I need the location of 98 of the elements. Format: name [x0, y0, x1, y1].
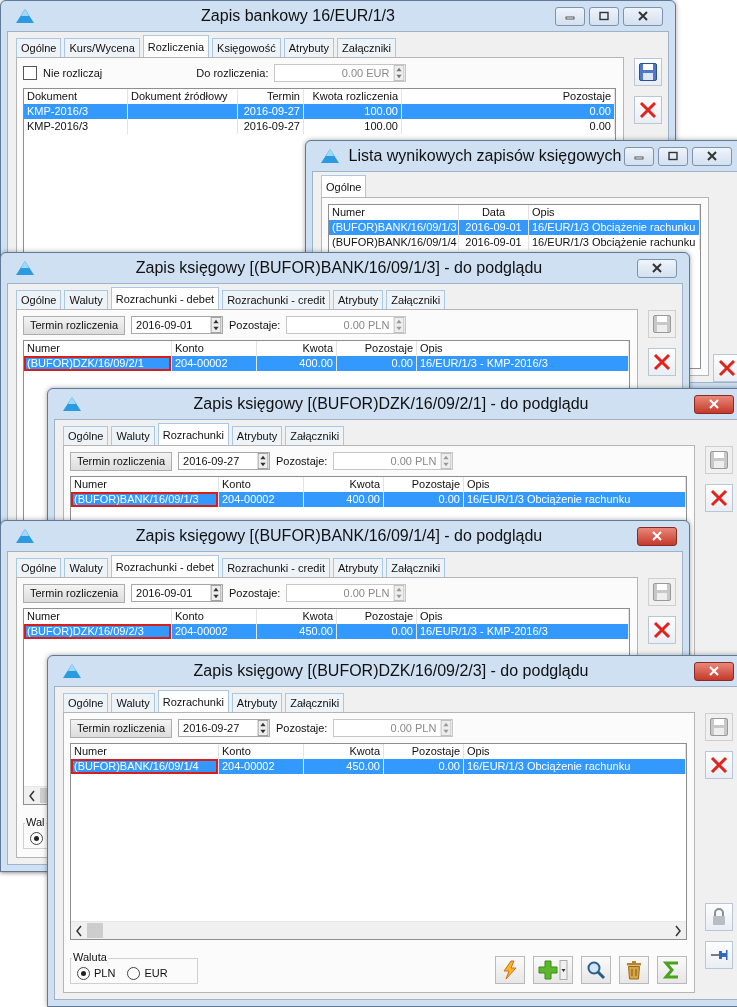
- table-cell: 2016-09-27: [238, 104, 304, 119]
- field-label: Pozostaje:: [276, 722, 328, 734]
- table-cell: 0.00: [384, 759, 464, 774]
- checkbox-label: Nie rozliczaj: [43, 67, 103, 79]
- column-header: Numer: [24, 609, 172, 624]
- table-cell: 204-00002: [172, 624, 257, 639]
- table-cell: 204-00002: [219, 759, 304, 774]
- table-cell: 16/EUR/1/3 - KMP-2016/3: [417, 356, 629, 371]
- tab[interactable]: Rozrachunki - credit: [222, 290, 330, 309]
- table-cell: 2016-09-01: [459, 220, 529, 235]
- tab[interactable]: Atrybuty: [231, 426, 283, 445]
- table-cell: 0.00: [384, 492, 464, 507]
- group-legend: Waluta: [72, 951, 108, 963]
- table-cell: 100.00: [304, 119, 402, 134]
- table-cell: 450.00: [304, 759, 384, 774]
- date-field[interactable]: 2016-09-27: [178, 452, 271, 470]
- tab[interactable]: Waluty: [111, 426, 155, 445]
- table-cell: (BUFOR)DZK/16/09/2/3: [24, 624, 172, 639]
- table-cell: 16/EUR/1/3 Obciążenie rachunku: [529, 220, 700, 235]
- tab[interactable]: Ogólne: [63, 693, 109, 712]
- tab[interactable]: Atrybuty: [283, 38, 335, 57]
- amount-field[interactable]: 0.00 PLN: [286, 316, 407, 334]
- tab[interactable]: Rozrachunki - debet: [110, 287, 220, 309]
- due-date-button[interactable]: Termin rozliczenia: [23, 315, 126, 335]
- tab[interactable]: Księgowość: [212, 38, 281, 57]
- table-cell: 16/EUR/1/3 Obciążenie rachunku: [464, 492, 686, 507]
- tab[interactable]: Załączniki: [285, 693, 345, 712]
- table-cell: KMP-2016/3: [24, 104, 128, 119]
- table-cell: (BUFOR)DZK/16/09/2/1: [24, 356, 172, 371]
- field-label: Pozostaje:: [276, 455, 328, 467]
- column-header: Numer: [24, 341, 172, 356]
- window-title: Zapis księgowy [(BUFOR)DZK/16/09/2/3] - do podglądu: [192, 662, 590, 680]
- amount-field[interactable]: 0.00 PLN: [333, 719, 454, 737]
- table-cell: 16/EUR/1/3 Obciążenie rachunku: [529, 235, 700, 250]
- tab[interactable]: Załączniki: [285, 426, 345, 445]
- amount-field[interactable]: 0.00 PLN: [286, 584, 407, 602]
- amount-field[interactable]: 0.00 EUR: [274, 64, 407, 82]
- table-cell: 16/EUR/1/3 - KMP-2016/3: [417, 624, 629, 639]
- date-field[interactable]: 2016-09-27: [178, 719, 271, 737]
- due-date-button[interactable]: Termin rozliczenia: [70, 451, 173, 471]
- window-title: Zapis księgowy [(BUFOR)BANK/16/09/1/4] - do podglądu: [134, 527, 544, 545]
- tab[interactable]: Rozrachunki: [157, 690, 229, 712]
- tab[interactable]: Załączniki: [386, 290, 446, 309]
- tab[interactable]: Waluty: [111, 693, 155, 712]
- table-cell: 16/EUR/1/3 Obciążenie rachunku: [464, 759, 686, 774]
- table-row[interactable]: KMP-2016/3 2016-09-27 100.00 0.00: [24, 119, 615, 134]
- tab[interactable]: Ogólne: [16, 38, 62, 57]
- column-header: Numer: [71, 744, 219, 759]
- table-cell: 100.00: [304, 104, 402, 119]
- tab[interactable]: Waluty: [64, 290, 108, 309]
- tab[interactable]: Ogólne: [16, 558, 62, 577]
- tab[interactable]: Kurs/Wycena: [64, 38, 140, 57]
- table-cell: (BUFOR)BANK/16/09/1/4: [71, 759, 219, 774]
- table-cell: 2016-09-27: [238, 119, 304, 134]
- due-date-button[interactable]: Termin rozliczenia: [23, 583, 126, 603]
- window-title: Zapis księgowy [(BUFOR)BANK/16/09/1/3] - do podglądu: [134, 259, 544, 277]
- table-cell: 0.00: [402, 104, 615, 119]
- window-title: Zapis księgowy [(BUFOR)DZK/16/09/2/1] - do podglądu: [192, 395, 590, 413]
- tab[interactable]: Atrybuty: [333, 558, 384, 577]
- window-title: Lista wynikowych zapisów księgowych: [347, 147, 623, 165]
- table-cell: (BUFOR)BANK/16/09/1/3: [329, 220, 459, 235]
- table-cell: 204-00002: [172, 356, 257, 371]
- tab[interactable]: Rozliczenia: [142, 35, 210, 57]
- radio-label: EUR: [144, 967, 168, 979]
- tab[interactable]: Ogólne: [63, 426, 109, 445]
- tab[interactable]: Rozrachunki: [157, 423, 229, 445]
- table-cell: 204-00002: [219, 492, 304, 507]
- window-title: Zapis bankowy 16/EUR/1/3: [200, 7, 396, 25]
- table-cell: 0.00: [337, 624, 417, 639]
- table-cell: (BUFOR)BANK/16/09/1/3: [71, 492, 219, 507]
- radio-label: PLN: [94, 967, 116, 979]
- date-field[interactable]: 2016-09-01: [131, 316, 224, 334]
- tab[interactable]: Atrybuty: [333, 290, 384, 309]
- amount-field[interactable]: 0.00 PLN: [333, 452, 454, 470]
- table-cell: 400.00: [304, 492, 384, 507]
- tab[interactable]: Waluty: [64, 558, 108, 577]
- column-header: Numer: [71, 477, 219, 492]
- table-cell: (BUFOR)BANK/16/09/1/4: [329, 235, 459, 250]
- table-cell: 400.00: [257, 356, 337, 371]
- table-cell: 450.00: [257, 624, 337, 639]
- table-cell: 0.00: [402, 119, 615, 134]
- tab[interactable]: Ogólne: [16, 290, 62, 309]
- field-label: Do rozliczenia:: [196, 67, 269, 79]
- table-cell: 0.00: [337, 356, 417, 371]
- field-label: Pozostaje:: [229, 587, 281, 599]
- tab[interactable]: Załączniki: [386, 558, 446, 577]
- table-row[interactable]: (BUFOR)BANK/16/09/1/4 2016-09-01 16/EUR/1/3 Obciążenie rachunku: [329, 235, 700, 250]
- date-field[interactable]: 2016-09-01: [131, 584, 224, 602]
- tab[interactable]: Atrybuty: [231, 693, 283, 712]
- field-label: Pozostaje:: [229, 319, 281, 331]
- group-legend: Wal: [25, 816, 46, 828]
- table-cell: 2016-09-01: [459, 235, 529, 250]
- tab[interactable]: Rozrachunki - credit: [222, 558, 330, 577]
- due-date-button[interactable]: Termin rozliczenia: [70, 718, 173, 738]
- tab[interactable]: Ogólne: [321, 175, 367, 197]
- tab[interactable]: Załączniki: [337, 38, 396, 57]
- table-cell: KMP-2016/3: [24, 119, 128, 134]
- tab[interactable]: Rozrachunki - debet: [110, 555, 220, 577]
